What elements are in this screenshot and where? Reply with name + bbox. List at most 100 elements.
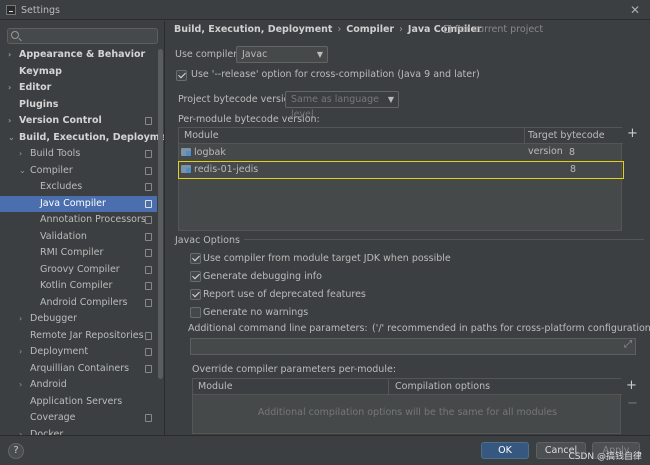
main-panel: Build, Execution, Deployment › Compiler › Ja… [166, 21, 650, 435]
sidebar-item-deployment[interactable]: › Deployment [0, 344, 157, 360]
breadcrumb: Build, Execution, Deployment › Compiler › Ja… [174, 24, 482, 35]
project-scope-icon [145, 282, 152, 290]
javac-options-title: Javac Options [175, 235, 244, 246]
sidebar-item-editor[interactable]: › Editor [0, 80, 157, 96]
module-folder-icon [181, 165, 191, 173]
sidebar-item-build-tools[interactable]: › Build Tools [0, 146, 157, 162]
sidebar-item-validation[interactable]: Validation [0, 229, 157, 245]
app-icon [6, 5, 16, 15]
search-input[interactable] [7, 28, 158, 44]
project-scope-icon [145, 249, 152, 257]
dialog-footer: ? OK Cancel Apply CSDN @搞钱自律 [0, 435, 650, 465]
bytecode-version-label: Project bytecode version: [178, 94, 299, 105]
project-scope-icon [145, 365, 152, 373]
project-scope-icon [145, 167, 152, 175]
project-scope-icon [145, 348, 152, 356]
chevron-right-icon: › [19, 430, 23, 435]
help-button[interactable]: ? [8, 443, 24, 459]
per-module-label: Per-module bytecode version: [178, 114, 320, 125]
override-params-label: Override compiler parameters per-module: [192, 364, 397, 375]
cmd-params-hint: ('/' recommended in paths for cross-plat… [372, 323, 650, 334]
sidebar-item-annotation-processors[interactable]: Annotation Processors [0, 212, 157, 228]
project-scope-icon [145, 117, 152, 125]
no-warnings-checkbox[interactable] [190, 307, 201, 318]
sidebar-item-appearance[interactable]: › Appearance & Behavior [0, 47, 157, 63]
column-header-module[interactable]: Module [193, 379, 389, 395]
compiler-select[interactable]: Javac ▼ [236, 46, 328, 63]
sidebar-item-android[interactable]: › Android [0, 377, 157, 393]
chevron-right-icon: › [19, 380, 23, 389]
column-header-module[interactable]: Module [179, 128, 525, 144]
override-params-table: Module Compilation options Additional co… [192, 378, 622, 434]
project-scope-icon [145, 414, 152, 422]
sidebar-item-java-compiler[interactable]: Java Compiler [0, 196, 157, 212]
sidebar-item-keymap[interactable]: Keymap [0, 64, 157, 80]
debug-info-checkbox[interactable] [190, 271, 201, 282]
project-scope-icon [145, 216, 152, 224]
release-option-label: Use '--release' option for cross-compila… [191, 69, 480, 80]
debug-info-label: Generate debugging info [203, 271, 322, 282]
chevron-down-icon: ▼ [316, 50, 323, 59]
sidebar-item-docker[interactable]: › Docker [0, 427, 157, 435]
no-warnings-label: Generate no warnings [203, 307, 309, 318]
sidebar-item-coverage[interactable]: Coverage [0, 410, 157, 426]
title-bar: Settings ✕ [0, 0, 650, 20]
table-row[interactable]: logbak 8 [181, 145, 621, 161]
close-icon[interactable]: ✕ [630, 3, 640, 17]
sidebar-item-debugger[interactable]: › Debugger [0, 311, 157, 327]
module-folder-icon [181, 148, 191, 156]
expand-icon[interactable]: ⤢ [624, 339, 632, 350]
project-scope-icon [145, 200, 152, 208]
chevron-down-icon: ⌄ [8, 133, 15, 142]
sidebar-item-kotlin-compiler[interactable]: Kotlin Compiler [0, 278, 157, 294]
cmd-params-input[interactable]: ⤢ [190, 338, 636, 355]
project-scope-icon [145, 299, 152, 307]
chevron-right-icon: › [8, 50, 12, 59]
sidebar-item-plugins[interactable]: Plugins [0, 97, 157, 113]
settings-sidebar: › Appearance & Behavior Keymap › Editor Pl… [0, 21, 165, 435]
override-empty-text: Additional compilation options will be t… [257, 407, 558, 418]
table-row-selected[interactable]: redis-01-jedis 8 [178, 161, 624, 179]
window-title: Settings [21, 5, 60, 16]
sidebar-item-groovy-compiler[interactable]: Groovy Compiler [0, 262, 157, 278]
sidebar-item-build-execution[interactable]: ⌄ Build, Execution, Deployment [0, 130, 164, 146]
sidebar-item-application-servers[interactable]: Application Servers [0, 394, 157, 410]
watermark-text: CSDN @搞钱自律 [568, 452, 642, 462]
sidebar-item-excludes[interactable]: Excludes [0, 179, 157, 195]
project-scope-icon [145, 332, 152, 340]
project-scope-icon [145, 233, 152, 241]
divider [174, 239, 644, 240]
sidebar-item-remote-jar[interactable]: Remote Jar Repositories [0, 328, 157, 344]
use-compiler-label: Use compiler: [175, 49, 241, 60]
sidebar-item-rmi-compiler[interactable]: RMI Compiler [0, 245, 157, 261]
project-scope-icon [145, 150, 152, 158]
sidebar-scrollbar[interactable] [158, 49, 163, 379]
chevron-down-icon: ⌄ [19, 166, 26, 175]
use-target-jdk-checkbox[interactable] [190, 253, 201, 264]
per-module-table: Module Target bytecode version logbak 8 … [178, 127, 624, 231]
sidebar-item-android-compilers[interactable]: Android Compilers [0, 295, 157, 311]
sidebar-item-compiler[interactable]: ⌄ Compiler [0, 163, 157, 179]
project-scope-icon [145, 266, 152, 274]
project-scope-icon [145, 183, 152, 191]
chevron-right-icon: › [19, 149, 23, 158]
column-header-compilation-options[interactable]: Compilation options [389, 379, 622, 395]
chevron-right-icon: › [8, 116, 12, 125]
project-scope-icon [444, 25, 451, 33]
ok-button[interactable]: OK [481, 442, 529, 459]
add-icon[interactable]: + [626, 379, 637, 392]
release-option-checkbox[interactable] [176, 70, 187, 81]
chevron-right-icon: › [19, 347, 23, 356]
column-header-target-version[interactable]: Target bytecode version [525, 128, 623, 157]
deprecated-checkbox[interactable] [190, 289, 201, 300]
add-icon[interactable]: + [627, 127, 638, 140]
chevron-right-icon: › [8, 83, 12, 92]
for-current-project-label: For current project [444, 24, 543, 35]
sidebar-item-arquillian[interactable]: Arquillian Containers [0, 361, 157, 377]
remove-icon[interactable]: − [627, 397, 638, 410]
sidebar-item-version-control[interactable]: › Version Control [0, 113, 157, 129]
deprecated-label: Report use of deprecated features [203, 289, 366, 300]
chevron-right-icon: › [19, 314, 23, 323]
bytecode-version-select[interactable]: Same as language level ▼ [285, 91, 399, 120]
search-icon [11, 31, 19, 39]
